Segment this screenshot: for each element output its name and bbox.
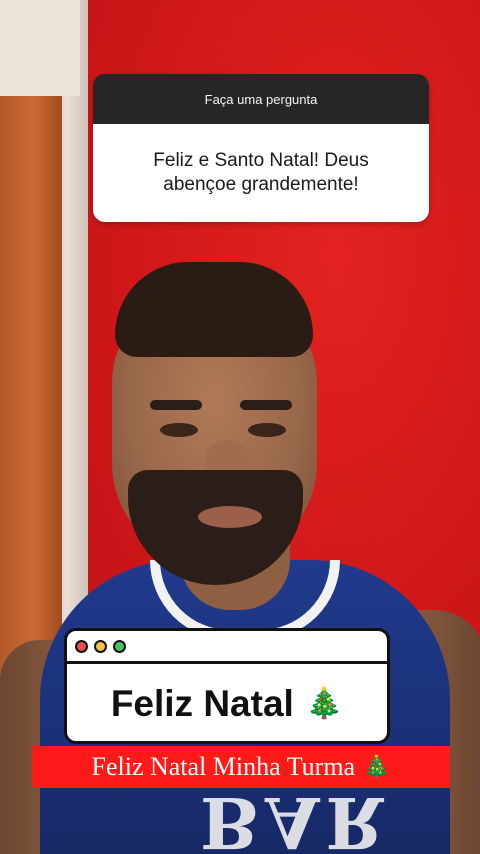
maximize-dot-icon: [113, 639, 126, 653]
left-eye: [160, 423, 198, 437]
left-eyebrow: [150, 400, 202, 410]
right-eyebrow: [240, 400, 292, 410]
christmas-tree-icon: 🎄: [305, 687, 344, 720]
question-sticker[interactable]: Faça uma pergunta Feliz e Santo Natal! D…: [93, 74, 429, 222]
caption-banner: Feliz Natal Minha Turma 🎄: [32, 746, 450, 788]
wall-top: [0, 0, 80, 96]
window-title-bar: [67, 631, 387, 664]
window-body: Feliz Natal 🎄: [67, 664, 387, 744]
christmas-tree-icon: 🎄: [363, 754, 391, 779]
question-sticker-answer: Feliz e Santo Natal! Deus abençoe grande…: [93, 124, 429, 222]
right-eye: [248, 423, 286, 437]
caption-text: Feliz Natal Minha Turma: [91, 752, 356, 781]
shirt-print-text: BAR: [200, 781, 390, 854]
hair: [115, 262, 313, 357]
window-sticker-title: Feliz Natal: [110, 683, 294, 724]
close-dot-icon: [75, 639, 88, 653]
window-sticker: Feliz Natal 🎄: [64, 628, 390, 744]
mouth: [198, 506, 262, 528]
question-sticker-header: Faça uma pergunta: [93, 74, 429, 124]
minimize-dot-icon: [94, 639, 107, 653]
